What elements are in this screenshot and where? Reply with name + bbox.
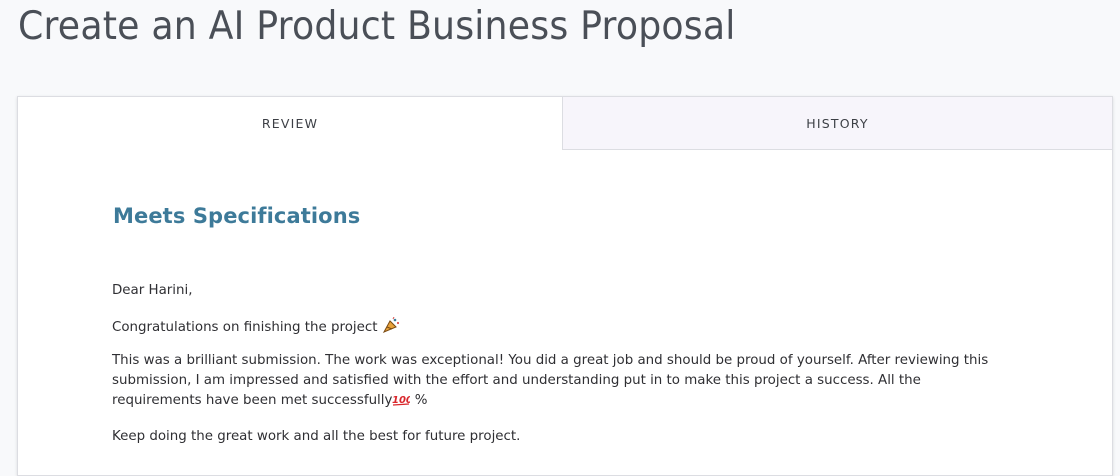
hundred-points-icon: 100: [392, 392, 413, 413]
tab-review[interactable]: REVIEW: [18, 97, 562, 150]
greeting-text: Dear Harini,: [112, 283, 193, 298]
body-suffix: %: [410, 393, 428, 408]
tab-bar: REVIEW HISTORY: [18, 97, 1112, 150]
review-card: REVIEW HISTORY Meets Specifications Dear…: [17, 96, 1113, 476]
page-title: Create an AI Product Business Proposal: [18, 4, 736, 49]
body-paragraph: This was a brilliant submission. The wor…: [112, 351, 997, 413]
congrats-paragraph: Congratulations on finishing the project: [112, 316, 997, 340]
party-popper-icon: [382, 316, 400, 340]
congrats-text: Congratulations on finishing the project: [112, 320, 378, 335]
closing-text: Keep doing the great work and all the be…: [112, 429, 521, 444]
body-text: This was a brilliant submission. The wor…: [112, 353, 989, 408]
verdict-heading: Meets Specifications: [113, 204, 361, 228]
tab-history[interactable]: HISTORY: [562, 97, 1112, 150]
